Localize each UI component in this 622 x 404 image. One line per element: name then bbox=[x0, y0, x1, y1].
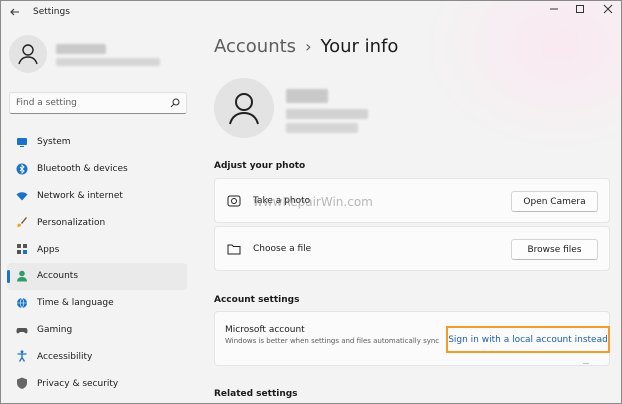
folder-icon bbox=[227, 244, 241, 255]
blurred-profile-email bbox=[286, 109, 368, 119]
open-camera-button[interactable]: Open Camera bbox=[511, 191, 598, 212]
sidebar-item-accounts[interactable]: Accounts bbox=[7, 262, 187, 290]
breadcrumb: Accounts › Your info bbox=[214, 36, 398, 57]
choose-file-label: Choose a file bbox=[253, 244, 312, 254]
back-arrow-icon[interactable] bbox=[9, 6, 23, 20]
search-box[interactable] bbox=[9, 92, 187, 114]
avatar bbox=[9, 35, 47, 73]
sidebar-item-label: Privacy & security bbox=[37, 378, 119, 389]
blurred-profile-name bbox=[286, 89, 328, 103]
title-bar: Settings bbox=[1, 1, 621, 25]
sidebar-item-label: Apps bbox=[37, 244, 60, 255]
sidebar-item-time-language[interactable]: Time & language bbox=[7, 290, 187, 317]
person-icon bbox=[18, 44, 38, 65]
page-title: Your info bbox=[320, 36, 399, 57]
accessibility-icon bbox=[17, 350, 27, 363]
account-settings-heading: Account settings bbox=[214, 295, 300, 305]
profile-avatar bbox=[214, 78, 274, 138]
sidebar-item-label: Accounts bbox=[37, 271, 79, 282]
related-settings-heading: Related settings bbox=[214, 389, 298, 399]
sidebar-item-label: Time & language bbox=[37, 298, 114, 309]
gamepad-icon bbox=[16, 327, 28, 333]
search-input[interactable] bbox=[10, 93, 166, 113]
sidebar-item-system[interactable]: System bbox=[7, 129, 187, 156]
sidebar-item-network[interactable]: Network & internet bbox=[7, 183, 187, 210]
apps-icon bbox=[17, 244, 27, 255]
globe-icon bbox=[17, 297, 27, 308]
choose-file-card: Choose a file Browse files bbox=[214, 226, 610, 271]
adjust-photo-heading: Adjust your photo bbox=[214, 161, 306, 171]
sidebar-item-label: Bluetooth & devices bbox=[37, 164, 128, 175]
person-icon bbox=[17, 270, 27, 282]
chevron-right-icon: › bbox=[305, 37, 312, 56]
sidebar-item-label: Accessibility bbox=[37, 351, 93, 362]
maximize-icon[interactable] bbox=[567, 1, 593, 17]
app-title: Settings bbox=[33, 7, 70, 17]
sidebar-item-bluetooth[interactable]: Bluetooth & devices bbox=[7, 156, 187, 183]
sidebar-item-gaming[interactable]: Gaming bbox=[7, 317, 187, 344]
minimize-icon[interactable] bbox=[541, 1, 567, 17]
monitor-icon bbox=[17, 138, 27, 147]
close-icon[interactable] bbox=[595, 1, 621, 17]
take-photo-card: Take a photo Open Camera bbox=[214, 178, 610, 223]
breadcrumb-accounts[interactable]: Accounts bbox=[214, 36, 296, 57]
microsoft-account-title: Microsoft account bbox=[225, 325, 305, 335]
brush-icon bbox=[17, 217, 27, 228]
person-icon bbox=[229, 93, 259, 125]
sidebar-item-personalization[interactable]: Personalization bbox=[7, 209, 187, 236]
microsoft-account-card: Microsoft account Windows is better when… bbox=[214, 311, 610, 366]
sidebar-item-label: Personalization bbox=[37, 217, 106, 228]
blurred-user-email bbox=[56, 58, 160, 66]
take-photo-label: Take a photo bbox=[253, 196, 311, 206]
shield-icon bbox=[17, 377, 27, 390]
microsoft-account-description: Windows is better when settings and file… bbox=[225, 337, 440, 345]
browse-files-button[interactable]: Browse files bbox=[511, 239, 598, 260]
sign-in-local-account-link[interactable]: Sign in with a local account instead bbox=[446, 326, 610, 353]
blurred-user-name bbox=[56, 44, 106, 54]
sidebar-nav: System Bluetooth & devices Network & int… bbox=[7, 129, 187, 397]
sidebar-item-label: System bbox=[37, 137, 71, 148]
sidebar-item-label: Gaming bbox=[37, 324, 73, 335]
sidebar-item-label: Network & internet bbox=[37, 190, 123, 201]
camera-icon bbox=[227, 195, 241, 207]
sidebar-item-privacy[interactable]: Privacy & security bbox=[7, 370, 187, 397]
blurred-profile-details bbox=[286, 123, 358, 133]
bluetooth-icon bbox=[16, 163, 28, 175]
wifi-icon bbox=[16, 191, 28, 201]
sidebar-item-apps[interactable]: Apps bbox=[7, 236, 187, 263]
sidebar-item-accessibility[interactable]: Accessibility bbox=[7, 343, 187, 370]
sidebar-profile[interactable] bbox=[9, 35, 184, 75]
cursor-mark bbox=[583, 363, 589, 364]
search-icon[interactable] bbox=[170, 98, 180, 108]
